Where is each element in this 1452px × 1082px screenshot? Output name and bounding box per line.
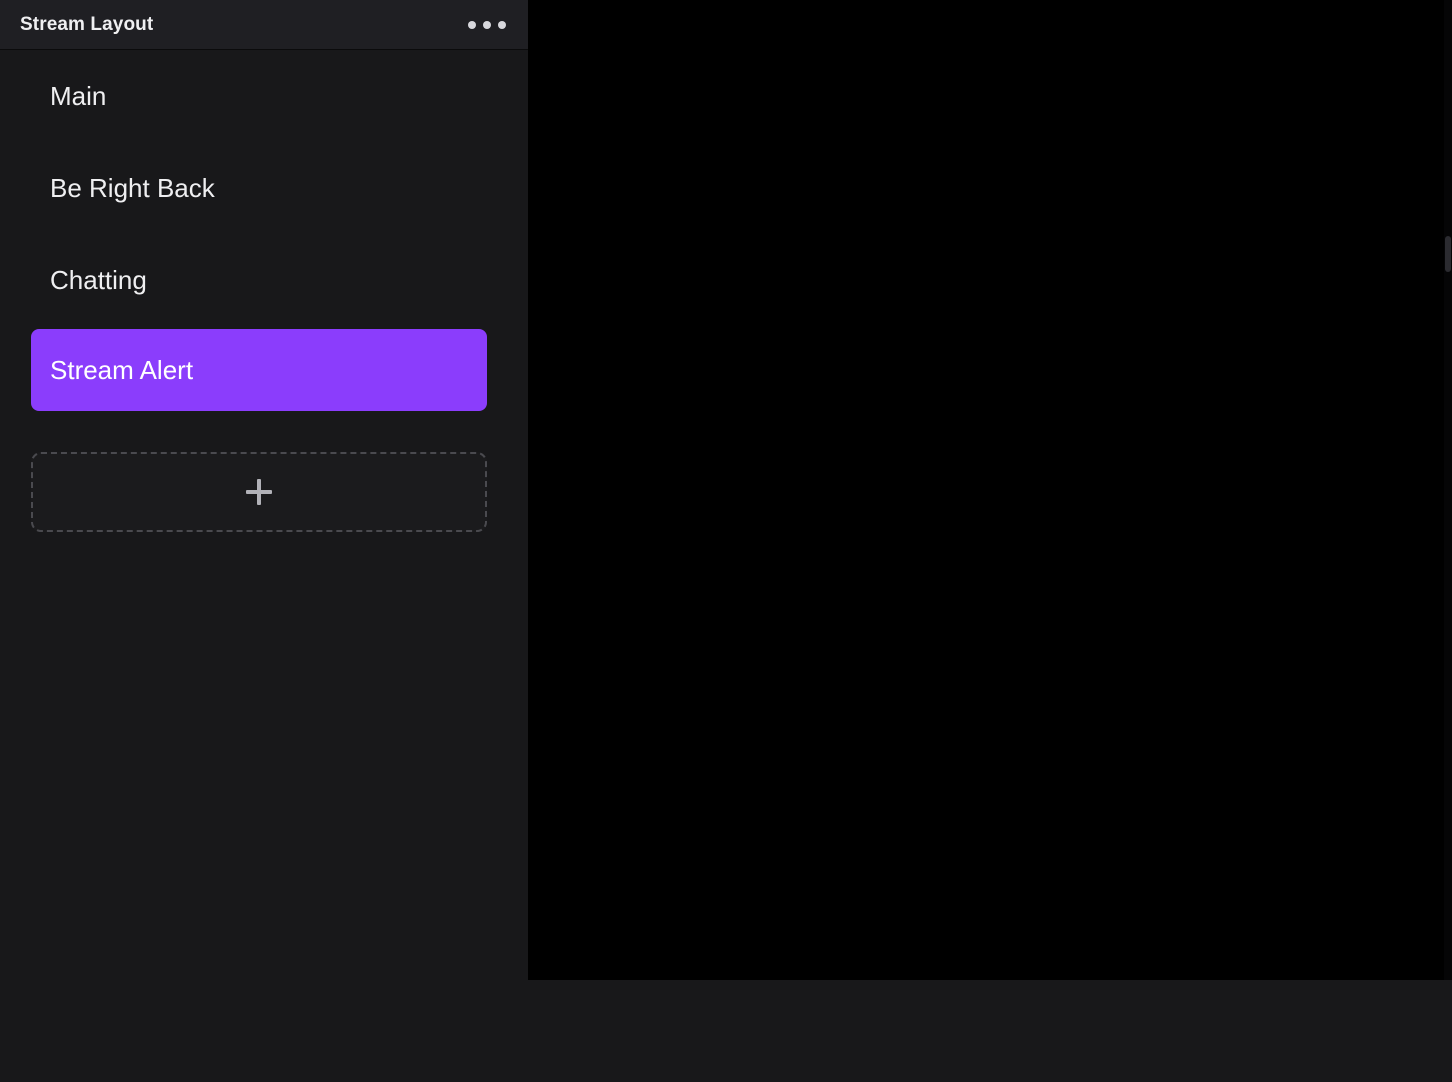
selected-scene-highlight: Stream Alert (31, 329, 487, 411)
scene-label: Main (50, 80, 107, 111)
sidebar-item-chatting[interactable]: Chatting (0, 234, 528, 326)
page-title: Stream Layout (20, 14, 154, 35)
scene-list: Main Be Right Back Chatting Stream Alert (0, 50, 528, 418)
kebab-dot (483, 21, 491, 29)
scene-label: Stream Alert (50, 354, 194, 385)
bottom-control-bar: Start Stream Edit Layout (0, 980, 1452, 1082)
scene-label: Be Right Back (50, 172, 215, 203)
kebab-dot (498, 21, 506, 29)
sidebar-item-be-right-back[interactable]: Be Right Back (0, 142, 528, 234)
preview-scrollbar[interactable] (1444, 0, 1452, 980)
stream-software-window: Stream Layout Main Be Right Back Chattin… (0, 0, 1452, 1082)
sidebar-item-main[interactable]: Main (0, 50, 528, 142)
plus-icon (246, 479, 272, 505)
kebab-menu-icon[interactable] (468, 14, 506, 36)
preview-scrollbar-thumb[interactable] (1445, 236, 1451, 272)
add-scene-button[interactable] (31, 452, 487, 532)
sidebar-header: Stream Layout (0, 0, 528, 50)
stream-preview-canvas[interactable] (528, 0, 1452, 980)
sidebar-item-stream-alert[interactable]: Stream Alert (0, 326, 528, 418)
kebab-dot (468, 21, 476, 29)
stream-layout-sidebar: Stream Layout Main Be Right Back Chattin… (0, 0, 528, 980)
scene-label: Chatting (50, 264, 147, 295)
